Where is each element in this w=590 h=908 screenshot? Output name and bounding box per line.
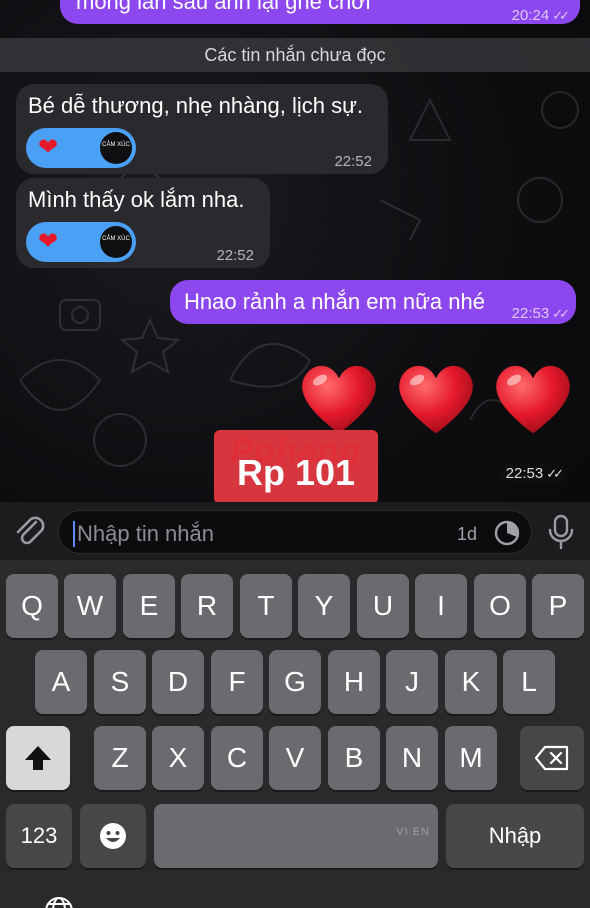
key-d[interactable]: D: [152, 650, 204, 714]
message-composer: Nhập tin nhắn 1d: [0, 502, 590, 560]
on-screen-keyboard: Q W E R T Y U I O P A S D F G H J K L Z …: [0, 560, 590, 908]
reaction-pill[interactable]: ❤ CẢM XÚC: [26, 128, 136, 168]
read-ticks-icon: ✓✓: [552, 306, 570, 321]
shift-icon: [25, 746, 51, 770]
key-x[interactable]: X: [152, 726, 204, 790]
delete-key[interactable]: [520, 726, 584, 790]
key-f[interactable]: F: [211, 650, 263, 714]
microphone-icon[interactable]: [546, 514, 576, 550]
globe-icon[interactable]: [44, 896, 74, 908]
key-q[interactable]: Q: [6, 574, 58, 638]
key-e[interactable]: E: [123, 574, 175, 638]
key-s[interactable]: S: [94, 650, 146, 714]
watermark-label: Rp 101: [236, 452, 356, 493]
emoji-icon: [100, 823, 126, 849]
message-input-placeholder: Nhập tin nhắn: [77, 521, 214, 546]
key-y[interactable]: Y: [298, 574, 350, 638]
message-bubble-incoming[interactable]: Bé dễ thương, nhẹ nhàng, lịch sự. ❤ CẢM …: [16, 84, 388, 174]
key-c[interactable]: C: [211, 726, 263, 790]
backspace-icon: [534, 745, 569, 771]
key-r[interactable]: R: [181, 574, 233, 638]
timer-icon[interactable]: [493, 519, 521, 547]
key-v[interactable]: V: [269, 726, 321, 790]
red-heart-icon: [496, 365, 570, 434]
key-a[interactable]: A: [35, 650, 87, 714]
key-b[interactable]: B: [328, 726, 380, 790]
text-cursor: [73, 521, 75, 547]
message-time: 22:53 ✓✓: [511, 305, 570, 322]
key-g[interactable]: G: [269, 650, 321, 714]
reaction-avatar-badge: CẢM XÚC: [100, 226, 132, 258]
key-i[interactable]: I: [415, 574, 467, 638]
key-o[interactable]: O: [474, 574, 526, 638]
key-z[interactable]: Z: [94, 726, 146, 790]
red-heart-icon: ❤: [38, 228, 59, 255]
message-text: mong lần sau anh lại ghé chơi: [76, 0, 371, 14]
watermark: Pohang Rp 101: [214, 430, 378, 502]
key-u[interactable]: U: [357, 574, 409, 638]
key-w[interactable]: W: [64, 574, 116, 638]
message-time: 22:53 ✓✓: [499, 464, 566, 483]
message-bubble-outgoing[interactable]: mong lần sau anh lại ghé chơi 20:24 ✓✓: [60, 0, 580, 24]
key-n[interactable]: N: [386, 726, 438, 790]
read-ticks-icon: ✓✓: [552, 8, 570, 23]
message-bubble-incoming[interactable]: Mình thấy ok lắm nha. ❤ CẢM XÚC 22:52: [16, 178, 270, 268]
key-k[interactable]: K: [445, 650, 497, 714]
reaction-pill[interactable]: ❤ CẢM XÚC: [26, 222, 136, 262]
reaction-avatar-badge: CẢM XÚC: [100, 132, 132, 164]
message-time: 20:24 ✓✓: [511, 7, 570, 24]
emoji-key[interactable]: [80, 804, 146, 868]
red-heart-icon: ❤: [38, 134, 59, 161]
space-key[interactable]: VI EN: [154, 804, 438, 868]
red-heart-icon: [399, 365, 473, 434]
message-text: Hnao rảnh a nhắn em nữa nhé: [184, 289, 485, 314]
unread-messages-divider: Các tin nhắn chưa đọc: [0, 38, 590, 72]
key-t[interactable]: T: [240, 574, 292, 638]
keyboard-language-hint: VI EN: [396, 826, 430, 838]
message-text: Mình thấy ok lắm nha.: [28, 187, 245, 212]
key-j[interactable]: J: [386, 650, 438, 714]
message-input[interactable]: Nhập tin nhắn 1d: [58, 510, 532, 554]
shift-key[interactable]: [6, 726, 70, 790]
message-bubble-outgoing[interactable]: Hnao rảnh a nhắn em nữa nhé 22:53 ✓✓: [170, 280, 576, 324]
key-h[interactable]: H: [328, 650, 380, 714]
auto-delete-timer-label[interactable]: 1d: [457, 524, 477, 545]
message-time: 22:52: [216, 247, 254, 264]
chat-area[interactable]: mong lần sau anh lại ghé chơi 20:24 ✓✓ Cá…: [0, 0, 590, 502]
key-m[interactable]: M: [445, 726, 497, 790]
return-key[interactable]: Nhập: [446, 804, 584, 868]
message-text: Bé dễ thương, nhẹ nhàng, lịch sự.: [28, 93, 363, 118]
paperclip-icon[interactable]: [12, 512, 48, 550]
read-ticks-icon: ✓✓: [546, 466, 564, 481]
message-time: 22:52: [334, 153, 372, 170]
key-p[interactable]: P: [532, 574, 584, 638]
key-l[interactable]: L: [503, 650, 555, 714]
numbers-key[interactable]: 123: [6, 804, 72, 868]
